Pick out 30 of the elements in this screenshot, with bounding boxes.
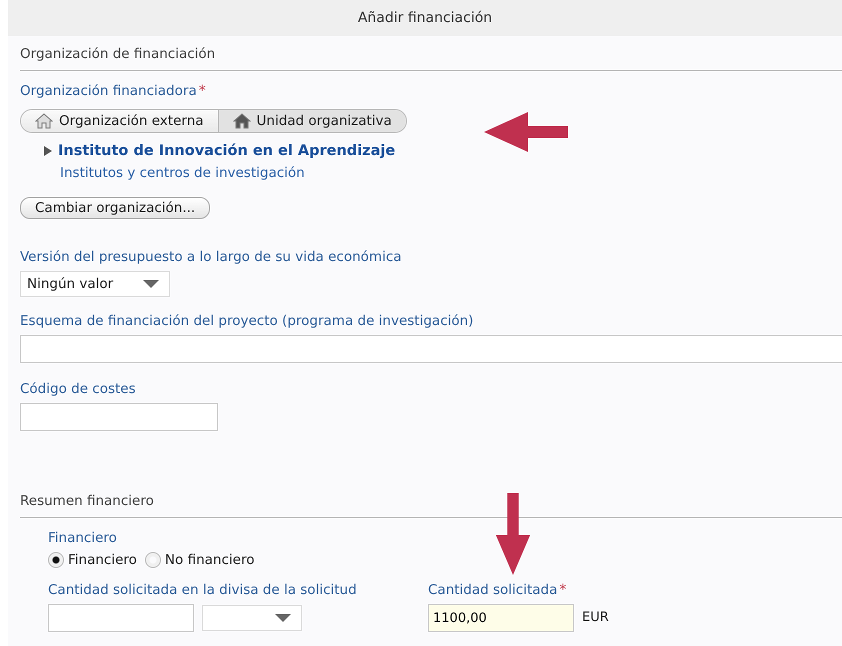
field-label: Cantidad solicitada en la divisa de la solicitud	[48, 582, 358, 598]
budget-version-dropdown[interactable]: Ningún valor	[20, 271, 170, 297]
currency-dropdown[interactable]	[202, 605, 302, 631]
currency-code: EUR	[582, 610, 609, 624]
expand-triangle-icon[interactable]	[44, 146, 52, 156]
dropdown-caret-icon	[275, 614, 291, 622]
field-label: Versión del presupuesto a lo largo de su vida económica	[20, 249, 402, 265]
org-type-toggle[interactable]: Organización externa	[21, 110, 218, 132]
field-label: Organización financiadora*	[20, 83, 206, 99]
org-type-toggle[interactable]: Unidad organizativa	[218, 110, 406, 132]
house-icon	[35, 113, 53, 129]
change-organization-button[interactable]: Cambiar organización...	[20, 197, 210, 219]
field-label: Esquema de financiación del proyecto (programa de investigación)	[20, 313, 474, 329]
requested-amount-field[interactable]: 1100,00	[428, 604, 574, 632]
dropdown-caret-icon	[143, 280, 159, 288]
parent-organization: Institutos y centros de investigación	[60, 165, 305, 181]
dialog-title: Añadir financiación	[8, 0, 842, 36]
cost-code-field[interactable]	[20, 403, 218, 431]
field-label: Financiero	[48, 530, 117, 546]
funding-scheme-field[interactable]	[20, 335, 842, 363]
annotation-arrow-icon	[484, 112, 568, 152]
annotation-arrow-icon	[495, 493, 531, 575]
amount-field[interactable]	[48, 604, 194, 632]
section-heading: Organización de financiación	[20, 36, 842, 71]
field-label: Código de costes	[20, 381, 136, 397]
organization-name: Instituto de Innovación en el Aprendizaje	[58, 143, 396, 159]
radio-option[interactable]: No financiero	[144, 552, 254, 568]
field-label: Cantidad solicitada*	[428, 582, 568, 598]
house-icon	[232, 113, 251, 129]
radio-option[interactable]: Financiero	[48, 552, 137, 568]
